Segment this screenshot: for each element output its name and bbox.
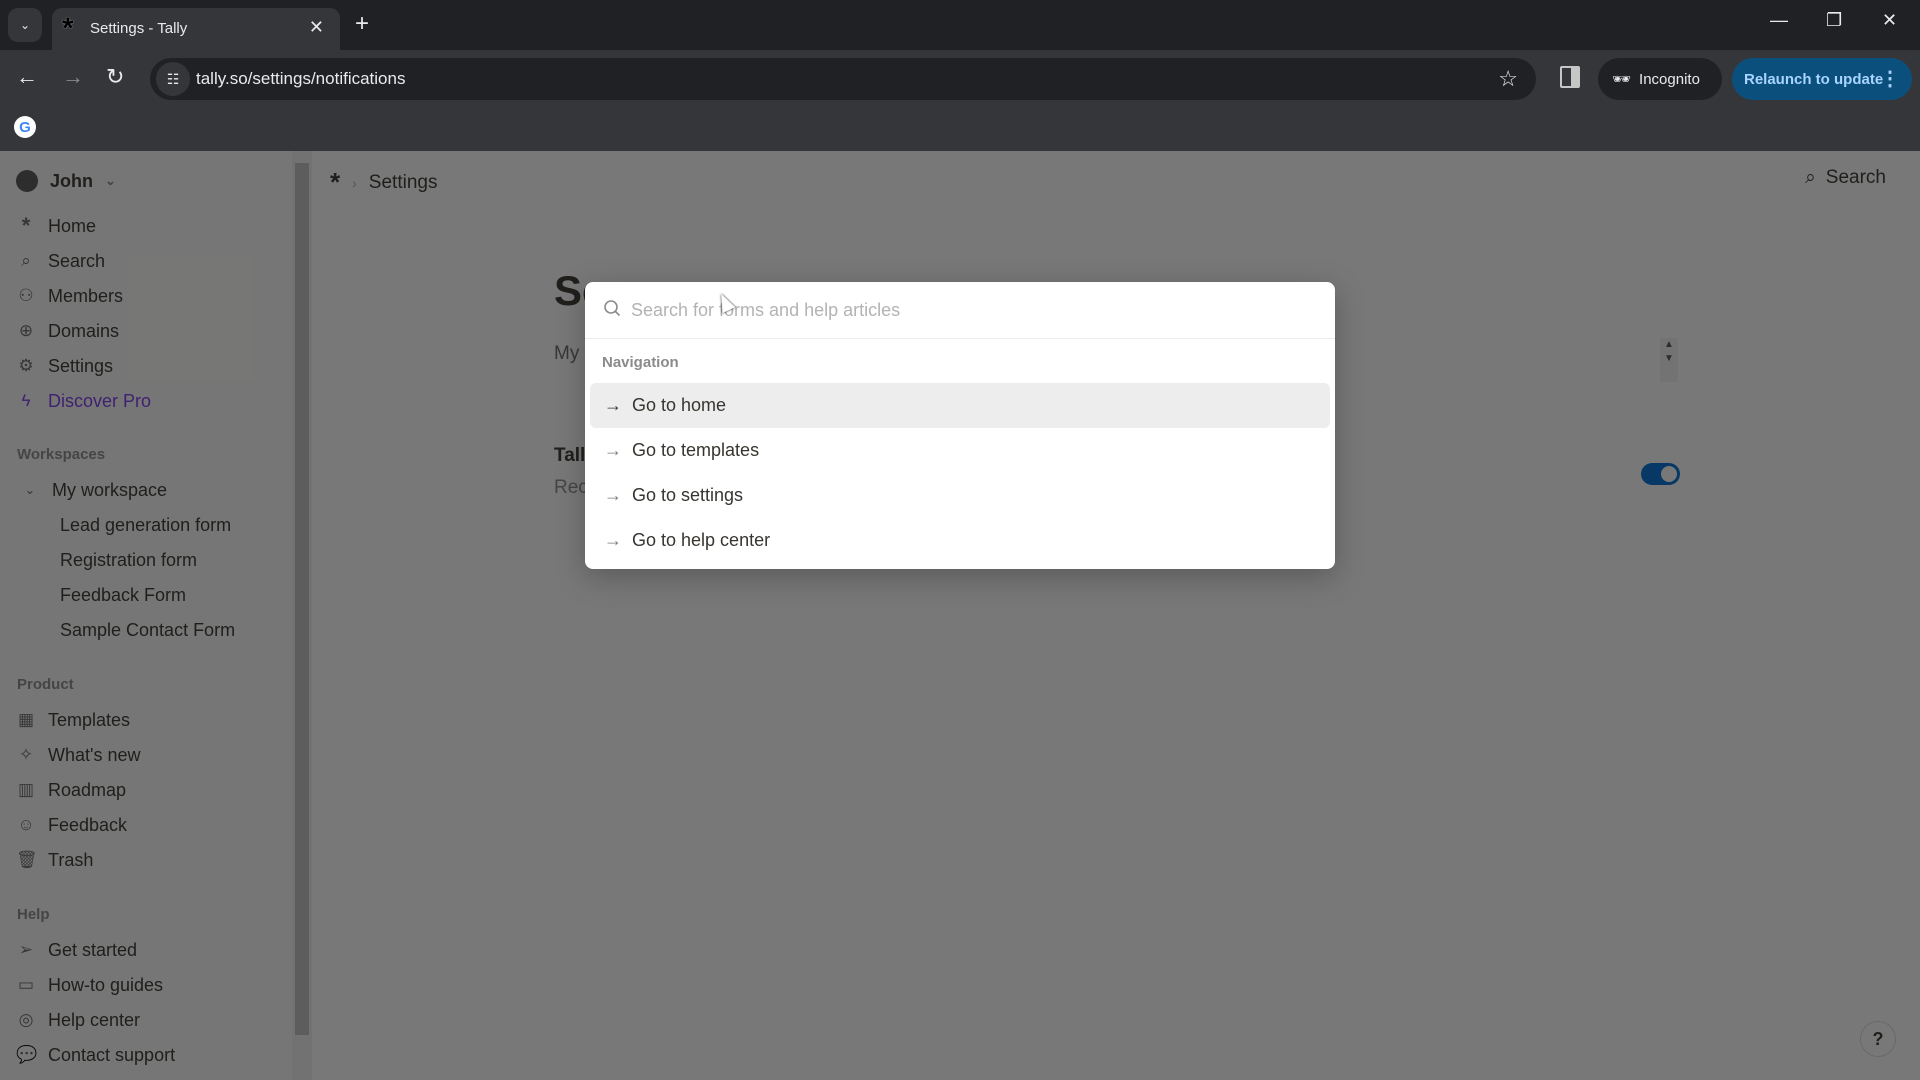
- site-info-icon[interactable]: ☷: [156, 62, 190, 96]
- command-palette: Navigation → Go to home → Go to template…: [585, 282, 1335, 569]
- tab-search-button[interactable]: ⌄: [8, 8, 42, 42]
- incognito-badge[interactable]: 🕶 Incognito: [1598, 58, 1722, 100]
- arrow-right-icon: →: [604, 530, 622, 550]
- url-text[interactable]: tally.so/settings/notifications: [196, 69, 405, 89]
- minimize-icon[interactable]: —: [1770, 10, 1788, 31]
- side-panel-icon[interactable]: [1560, 66, 1580, 88]
- command-search-bar: [585, 282, 1335, 339]
- address-bar[interactable]: ☷ tally.so/settings/notifications ☆: [150, 58, 1536, 100]
- command-search-input[interactable]: [631, 294, 1311, 326]
- nav-item-label: Go to help center: [632, 530, 771, 550]
- nav-go-to-templates[interactable]: → Go to templates: [590, 428, 1330, 473]
- tally-favicon-icon: *: [62, 12, 74, 45]
- browser-tab[interactable]: * Settings - Tally ✕: [52, 8, 340, 50]
- relaunch-to-update-button[interactable]: Relaunch to update ⋮: [1732, 58, 1912, 100]
- arrow-right-icon: →: [604, 440, 622, 460]
- nav-item-label: Go to templates: [632, 440, 760, 460]
- bookmarks-bar: G: [0, 106, 1920, 151]
- nav-go-to-help-center[interactable]: → Go to help center: [590, 518, 1330, 563]
- arrow-right-icon: →: [604, 485, 622, 505]
- incognito-label: Incognito: [1639, 70, 1700, 88]
- forward-button[interactable]: →: [62, 64, 84, 90]
- tab-title: Settings - Tally: [90, 20, 188, 37]
- new-tab-button[interactable]: +: [355, 10, 369, 38]
- incognito-icon: 🕶: [1612, 71, 1632, 88]
- nav-go-to-home[interactable]: → Go to home: [590, 383, 1330, 428]
- relaunch-label: Relaunch to update: [1744, 70, 1884, 88]
- reload-button[interactable]: ↻: [106, 64, 124, 90]
- nav-go-to-settings[interactable]: → Go to settings: [590, 473, 1330, 518]
- back-button[interactable]: ←: [16, 64, 38, 90]
- nav-item-label: Go to settings: [632, 485, 744, 505]
- browser-toolbar: ← → ↻ ☷ tally.so/settings/notifications …: [0, 50, 1920, 106]
- nav-item-label: Go to home: [632, 395, 727, 415]
- tally-app: John ⌄ *Home ⌕Search ⚇Members ⊕Domains ⚙…: [0, 151, 1920, 1080]
- navigation-section-label: Navigation: [602, 354, 679, 371]
- restore-icon[interactable]: ❐: [1826, 10, 1842, 31]
- close-window-icon[interactable]: ✕: [1882, 10, 1897, 31]
- browser-tab-strip: ⌄ * Settings - Tally ✕ + — ❐ ✕: [0, 0, 1920, 50]
- google-bookmark-icon[interactable]: G: [14, 116, 36, 138]
- bookmark-star-icon[interactable]: ☆: [1498, 66, 1518, 92]
- search-icon: [604, 300, 621, 317]
- arrow-right-icon: →: [604, 395, 622, 415]
- close-tab-icon[interactable]: ✕: [309, 17, 324, 38]
- more-menu-icon[interactable]: ⋮: [1880, 66, 1900, 91]
